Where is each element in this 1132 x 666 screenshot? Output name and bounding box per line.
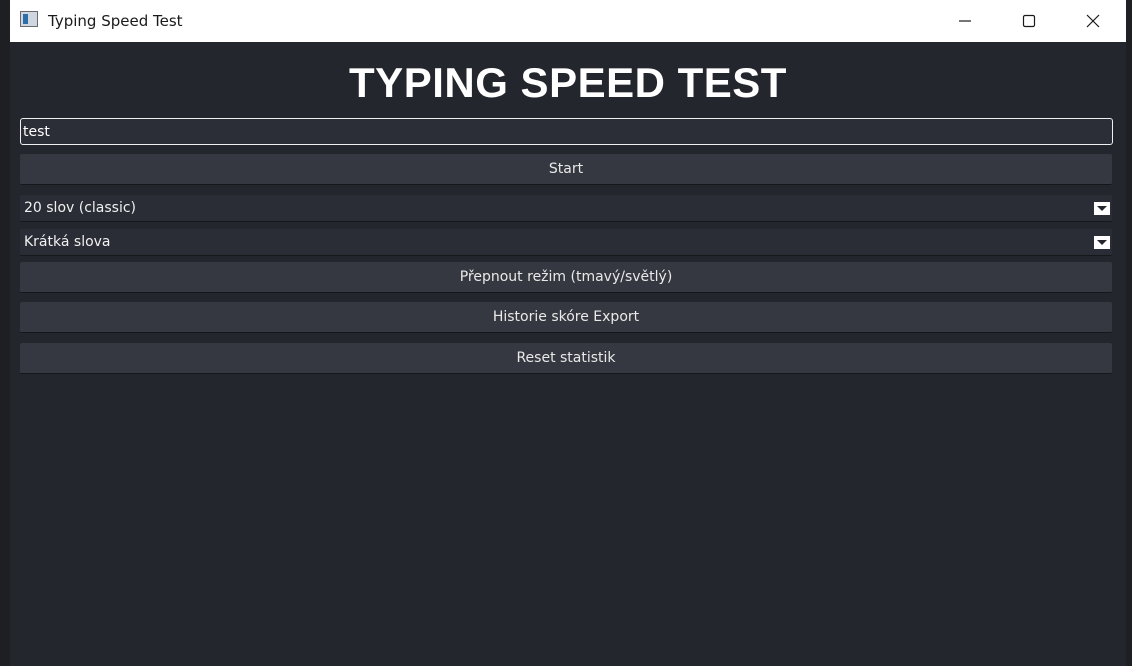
app-window: Typing Speed Test TYPING SPEED TEST Star…: [10, 0, 1126, 666]
close-button[interactable]: [1064, 0, 1122, 42]
history-export-button[interactable]: Historie skóre Export: [20, 302, 1112, 333]
word-type-select[interactable]: Krátká slova: [20, 229, 1112, 256]
maximize-icon: [1022, 14, 1036, 28]
reset-stats-button[interactable]: Reset statistik: [20, 343, 1112, 374]
window-title: Typing Speed Test: [48, 12, 183, 30]
close-icon: [1086, 14, 1100, 28]
typing-input[interactable]: [20, 118, 1113, 145]
page-title: TYPING SPEED TEST: [349, 59, 787, 106]
minimize-button[interactable]: [936, 0, 994, 42]
app-window-icon: [20, 11, 38, 27]
chevron-down-icon[interactable]: [1094, 202, 1110, 215]
maximize-button[interactable]: [1000, 0, 1058, 42]
start-button[interactable]: Start: [20, 154, 1112, 185]
minimize-icon: [959, 20, 971, 22]
theme-toggle-button[interactable]: Přepnout režim (tmavý/světlý): [20, 262, 1112, 293]
title-bar[interactable]: Typing Speed Test: [10, 0, 1126, 42]
word-type-select-value: Krátká slova: [24, 234, 111, 250]
mode-select[interactable]: 20 slov (classic): [20, 195, 1112, 222]
chevron-down-icon[interactable]: [1094, 236, 1110, 249]
mode-select-value: 20 slov (classic): [24, 200, 137, 216]
